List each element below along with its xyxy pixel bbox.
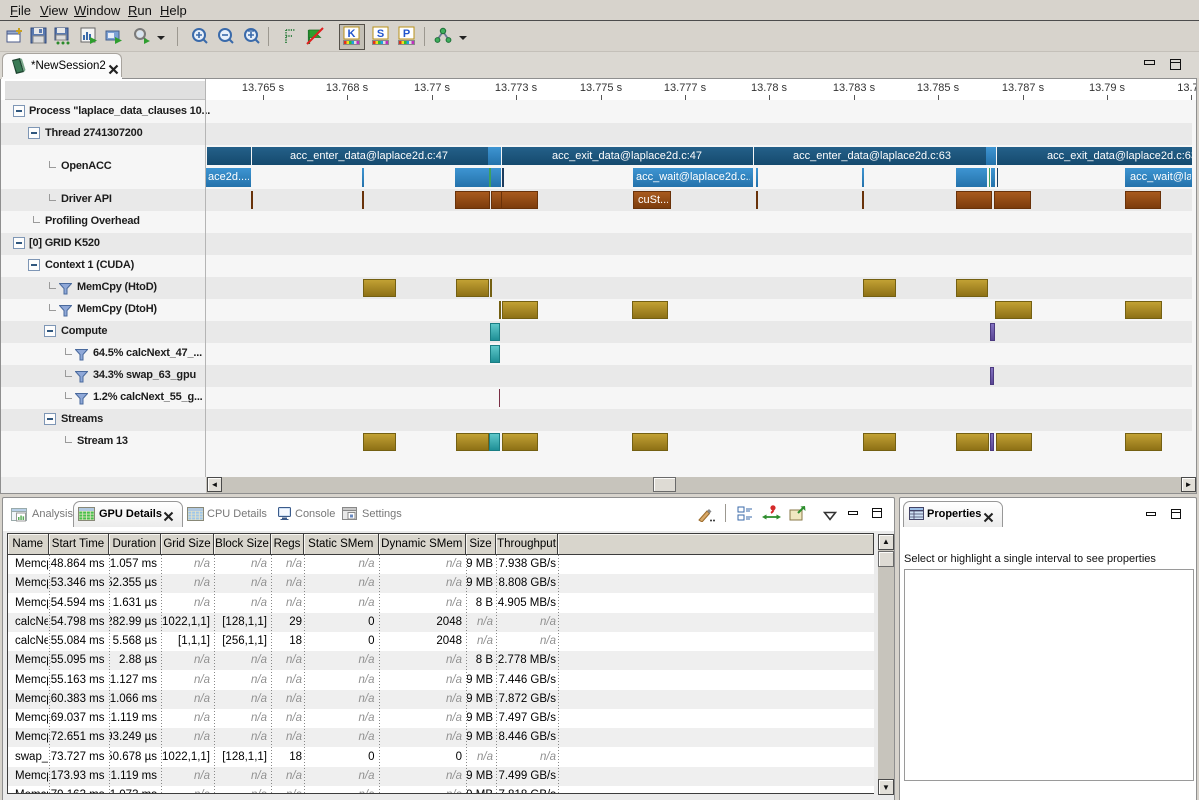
svg-text:S: S (377, 28, 384, 40)
svg-text:P: P (403, 28, 410, 40)
svg-text:K: K (348, 28, 356, 40)
